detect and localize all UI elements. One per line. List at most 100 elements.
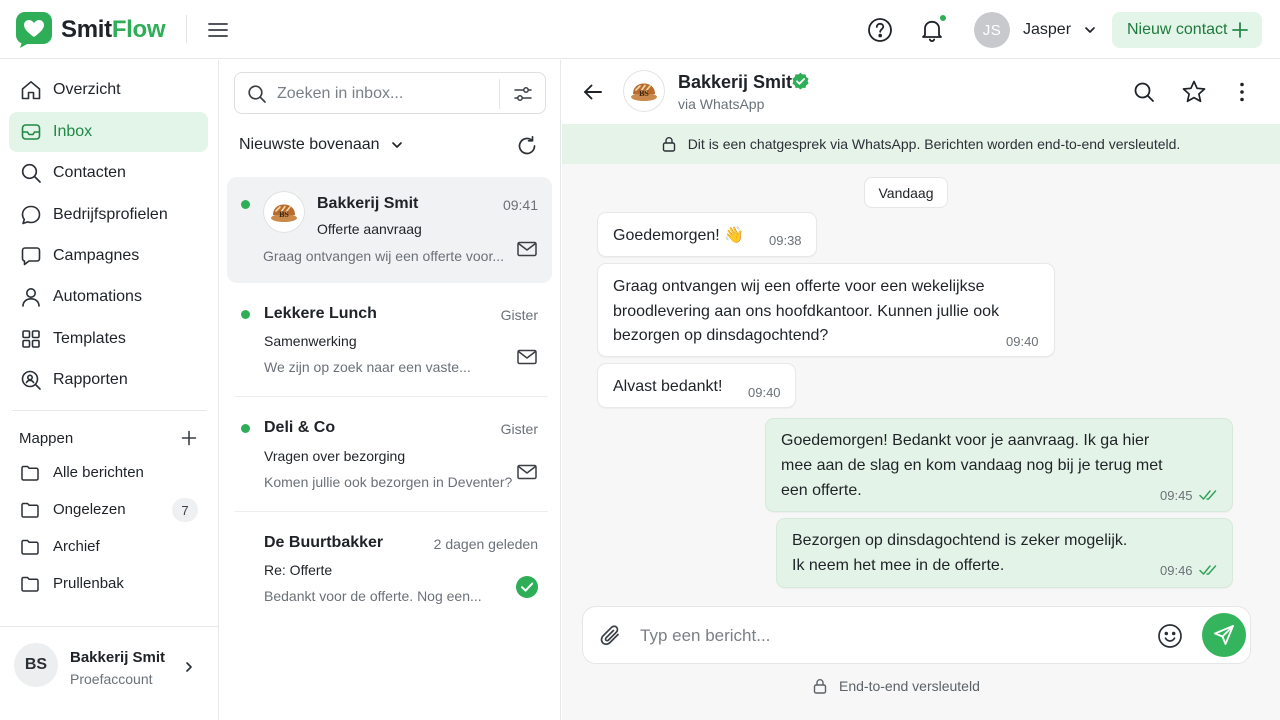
message-text: Alvast bedankt! (613, 378, 723, 395)
message-time: 09:45 (1160, 488, 1193, 503)
user-menu[interactable]: JS Jasper (974, 12, 1097, 48)
home-icon (21, 81, 41, 100)
sidebar-item-label: Overzicht (53, 81, 121, 98)
sidebar-item-campagnes[interactable]: Campagnes (9, 236, 208, 276)
message-text-line: een offerte. (781, 482, 862, 499)
arrow-left-icon[interactable] (581, 80, 605, 104)
new-contact-button[interactable]: Nieuw contact (1112, 12, 1262, 48)
grid-icon (22, 330, 40, 348)
mail-icon (517, 241, 537, 257)
chat-contact-name: Bakkerij Smit (678, 72, 793, 92)
conversation-time: Gister (500, 307, 538, 323)
conversation-item[interactable]: Deli & Co Gister Vragen over bezorging K… (227, 406, 552, 510)
encryption-footer-text: End-to-end versleuteld (839, 678, 980, 694)
sidebar-item-label: Templates (53, 330, 126, 347)
search-divider (499, 79, 500, 109)
conversation-subject: Offerte aanvraag (317, 221, 422, 237)
sidebar-item-label: Contacten (53, 164, 126, 181)
search-icon[interactable] (1132, 80, 1156, 104)
hamburger-menu-icon[interactable] (206, 18, 230, 42)
message-text-line: Bezorgen op dinsdagochtend is zeker moge… (792, 532, 1128, 549)
heart-chat-logo-icon (16, 12, 52, 48)
message-time: 09:40 (1006, 334, 1039, 349)
message-square-icon (21, 247, 41, 266)
emoji-smile-icon[interactable] (1156, 622, 1184, 650)
notification-dot (939, 14, 947, 22)
sidebar-item-overzicht[interactable]: Overzicht (9, 70, 208, 110)
message-time: 09:38 (769, 233, 802, 248)
message-text-line: Goedemorgen! Bedankt voor je aanvraag. I… (781, 432, 1150, 449)
message-text-line: Ik neem het mee in de offerte. (792, 557, 1005, 574)
check-circle-icon (516, 576, 538, 598)
message-composer (582, 606, 1251, 664)
add-folder-plus-icon[interactable] (181, 430, 197, 446)
sidebar-item-label: Automations (53, 288, 142, 305)
message-text-line: bezorgen op dinsdagochtend? (613, 327, 829, 344)
sidebar-item-templates[interactable]: Templates (9, 319, 208, 359)
conversation-separator (235, 511, 548, 512)
sidebar: Overzicht Inbox Contacten Bedrijfsprofie… (0, 60, 219, 720)
unread-count-badge: 7 (172, 498, 198, 522)
conversation-item[interactable]: BS Bakkerij Smit 09:41 Offerte aanvraag … (227, 177, 552, 283)
account-plan: Proefaccount (70, 671, 153, 687)
folder-ongelezen[interactable]: Ongelezen 7 (9, 493, 208, 527)
message-text-line: broodlevering aan ons hoofdkantoor. Kunn… (613, 303, 1000, 320)
report-icon (21, 370, 41, 390)
chat-channel: via WhatsApp (678, 96, 765, 112)
sidebar-item-bedrijfsprofielen[interactable]: Bedrijfsprofielen (9, 195, 208, 235)
conversation-time: 2 dagen geleden (433, 536, 538, 552)
message-time: 09:40 (748, 385, 781, 400)
folder-label: Archief (53, 538, 100, 555)
filter-sliders-icon[interactable] (513, 84, 533, 104)
folder-icon (21, 465, 39, 481)
chat-panel: BS Bakkerij Smit via WhatsApp Dit is een… (562, 60, 1280, 720)
incoming-message: Goedemorgen! 👋 09:38 (597, 212, 817, 257)
encryption-banner: Dit is een chatgesprek via WhatsApp. Ber… (562, 124, 1280, 164)
encryption-footer: End-to-end versleuteld (813, 678, 980, 694)
conversation-item[interactable]: Lekkere Lunch Gister Samenwerking We zij… (227, 292, 552, 396)
sort-label: Nieuwste bovenaan (239, 136, 380, 153)
sidebar-item-contacten[interactable]: Contacten (9, 153, 208, 193)
inbox-search (234, 72, 546, 114)
verified-badge-icon (792, 72, 809, 90)
message-text: Goedemorgen! 👋 (613, 227, 745, 244)
sort-dropdown[interactable]: Nieuwste bovenaan (239, 136, 403, 154)
account-name: Bakkerij Smit (70, 649, 166, 666)
brand-name-part1: Smit (61, 16, 112, 43)
chevron-down-icon (1085, 27, 1095, 33)
refresh-icon[interactable] (516, 135, 538, 157)
message-input[interactable] (640, 623, 1120, 649)
unread-dot (241, 200, 250, 209)
conversation-subject: Vragen over bezorging (264, 448, 406, 464)
conversation-preview: Graag ontvangen wij een offerte voor... (263, 248, 505, 264)
chevron-down-icon (391, 142, 402, 148)
bakery-logo-monogram: BS (279, 210, 289, 219)
user-icon (22, 288, 40, 307)
account-avatar: BS (14, 643, 58, 687)
user-name: Jasper (1023, 21, 1072, 38)
folder-prullenbak[interactable]: Prullenbak (9, 567, 208, 601)
paperclip-icon[interactable] (599, 623, 623, 649)
star-icon[interactable] (1181, 79, 1207, 105)
user-avatar: JS (974, 12, 1010, 48)
conversation-name: De Buurtbakker (264, 534, 384, 551)
folder-archief[interactable]: Archief (9, 530, 208, 564)
folder-icon (21, 502, 39, 518)
folder-icon (21, 539, 39, 555)
plus-icon (1232, 22, 1248, 38)
folder-label: Ongelezen (53, 501, 126, 518)
help-circle-icon[interactable] (866, 16, 894, 44)
sidebar-item-rapporten[interactable]: Rapporten (9, 360, 208, 400)
conversation-preview: Bedankt voor de offerte. Nog een... (264, 588, 482, 604)
search-input[interactable] (277, 82, 487, 106)
app-logo[interactable]: SmitFlow (16, 12, 166, 48)
sidebar-item-automations[interactable]: Automations (9, 277, 208, 317)
account-switcher[interactable]: BS Bakkerij Smit Proefaccount (0, 626, 218, 720)
outgoing-message: Bezorgen op dinsdagochtend is zeker moge… (776, 518, 1233, 588)
more-vertical-icon[interactable] (1230, 80, 1254, 104)
folder-alle-berichten[interactable]: Alle berichten (9, 456, 208, 490)
conversation-preview: We zijn op zoek naar een vaste... (264, 359, 471, 375)
send-button[interactable] (1202, 613, 1246, 657)
sidebar-item-inbox[interactable]: Inbox (9, 112, 208, 152)
conversation-item[interactable]: De Buurtbakker 2 dagen geleden Re: Offer… (227, 521, 552, 625)
